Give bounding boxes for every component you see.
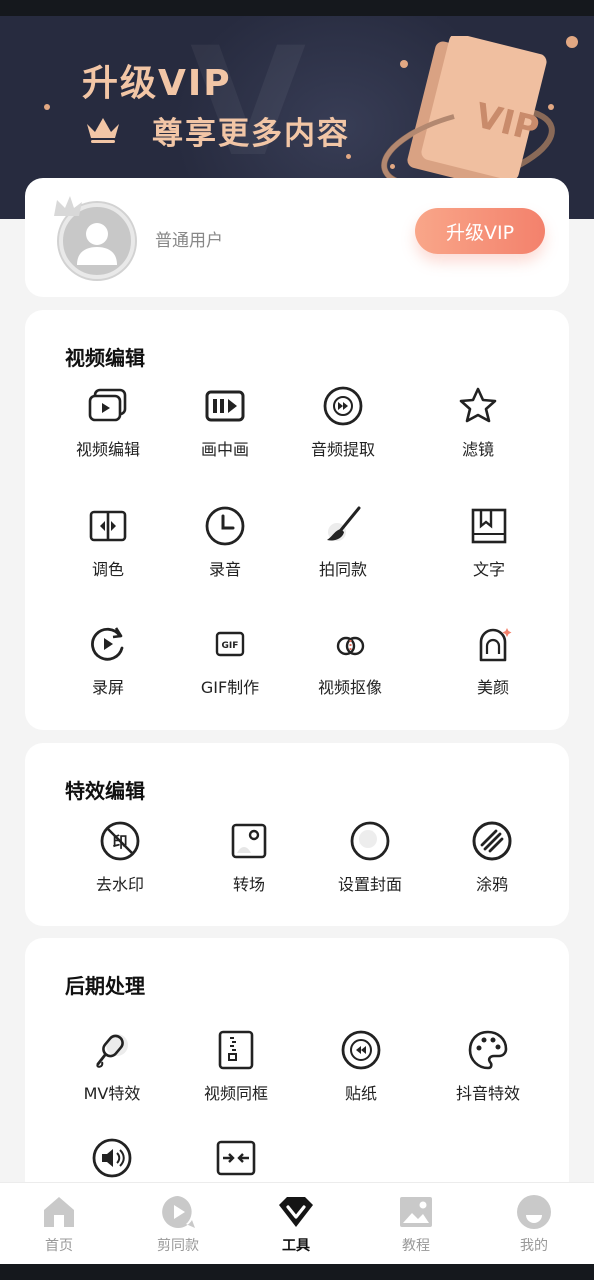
tool-picture-in-picture[interactable]: 画中画: [160, 384, 290, 460]
speaker-icon: [92, 1138, 132, 1178]
tool-compress[interactable]: [171, 1136, 301, 1180]
overlap-circles-icon: [336, 636, 365, 656]
tool-record-audio[interactable]: 录音: [160, 504, 290, 580]
tool-video-edit[interactable]: 视频编辑: [43, 384, 173, 460]
clock-icon: [205, 506, 245, 546]
brush-icon: [327, 506, 361, 541]
palette-icon: [468, 1030, 508, 1070]
tool-shoot-same[interactable]: 拍同款: [278, 504, 408, 580]
banner-title: 升级VIP: [82, 63, 232, 104]
tab-mine[interactable]: 我的: [484, 1193, 584, 1255]
tool-screen-record[interactable]: 录屏: [43, 622, 173, 698]
section-title: 后期处理: [65, 974, 145, 998]
home-icon: [44, 1197, 74, 1227]
svg-text:GIF: GIF: [222, 641, 239, 651]
tool-sticker[interactable]: 贴纸: [296, 1028, 426, 1104]
rotate-play-icon: [91, 627, 124, 661]
graffiti-icon: [472, 821, 512, 861]
section-title: 特效编辑: [65, 779, 145, 803]
tool-graffiti[interactable]: 涂鸦: [427, 819, 557, 895]
tool-audio-extract[interactable]: 音频提取: [278, 384, 408, 460]
tool-douyin-effect[interactable]: 抖音特效: [423, 1028, 553, 1104]
banner-subtitle: 尊享更多内容: [152, 116, 350, 152]
user-card: 普通用户 升级VIP: [25, 178, 569, 297]
tool-gif-maker[interactable]: GIF GIF制作: [165, 622, 295, 698]
play-bubble-icon: [162, 1196, 195, 1228]
tool-mv-effect[interactable]: MV特效: [47, 1028, 177, 1104]
profile-icon: [517, 1195, 551, 1229]
video-edit-section: 视频编辑 视频编辑 画中画 音频提取 滤镜 调色 录音 拍同款 文字 录屏 GI…: [25, 310, 569, 730]
transition-icon: [231, 823, 267, 859]
tool-audio-volume[interactable]: [47, 1136, 177, 1180]
navigation-bar-bottom: [0, 1264, 594, 1280]
fast-forward-circle-icon: [323, 386, 363, 426]
tool-set-cover[interactable]: 设置封面: [305, 819, 435, 895]
video-clips-icon: [88, 388, 127, 422]
section-title: 视频编辑: [65, 346, 145, 370]
picture-in-picture-icon: [205, 390, 245, 422]
remove-watermark-icon: 印: [100, 821, 140, 861]
post-processing-section: 后期处理 MV特效 视频同框 贴纸 抖音特效: [25, 938, 569, 1198]
split-arrows-icon: [89, 510, 127, 542]
rewind-circle-icon: [341, 1030, 381, 1070]
tab-home[interactable]: 首页: [9, 1193, 109, 1255]
tool-text[interactable]: 文字: [424, 504, 554, 580]
tool-beauty[interactable]: 美颜: [428, 622, 558, 698]
bottom-tab-bar: 首页 剪同款 工具 教程 我的: [0, 1182, 594, 1264]
svg-text:印: 印: [112, 833, 127, 851]
upgrade-vip-button[interactable]: 升级VIP: [415, 208, 545, 254]
microphone-icon: [96, 1034, 128, 1068]
zipper-frame-icon: [218, 1030, 254, 1070]
diamond-v-icon: [279, 1197, 313, 1227]
tool-video-duet[interactable]: 视频同框: [171, 1028, 301, 1104]
cover-circle-icon: [350, 821, 390, 861]
bookmark-frame-icon: [471, 508, 507, 544]
tab-cut-same[interactable]: 剪同款: [128, 1193, 228, 1255]
avatar-crown-icon: [54, 196, 82, 216]
gif-icon: GIF: [215, 631, 245, 657]
image-icon: [400, 1197, 432, 1227]
star-icon: [459, 387, 497, 423]
beauty-face-icon: [479, 628, 512, 662]
tab-tutorial[interactable]: 教程: [366, 1193, 466, 1255]
tool-remove-watermark[interactable]: 印 去水印: [55, 819, 185, 895]
tool-transition[interactable]: 转场: [184, 819, 314, 895]
compress-arrows-icon: [216, 1140, 256, 1176]
tab-tools[interactable]: 工具: [246, 1193, 346, 1255]
tool-color-grade[interactable]: 调色: [43, 504, 173, 580]
tool-video-matting[interactable]: 视频抠像: [285, 622, 415, 698]
crown-icon: [87, 118, 119, 143]
status-bar-top: [0, 0, 594, 16]
tool-filter[interactable]: 滤镜: [413, 384, 543, 460]
user-level-label: 普通用户: [155, 231, 223, 251]
effects-edit-section: 特效编辑 印 去水印 转场 设置封面 涂鸦: [25, 743, 569, 926]
